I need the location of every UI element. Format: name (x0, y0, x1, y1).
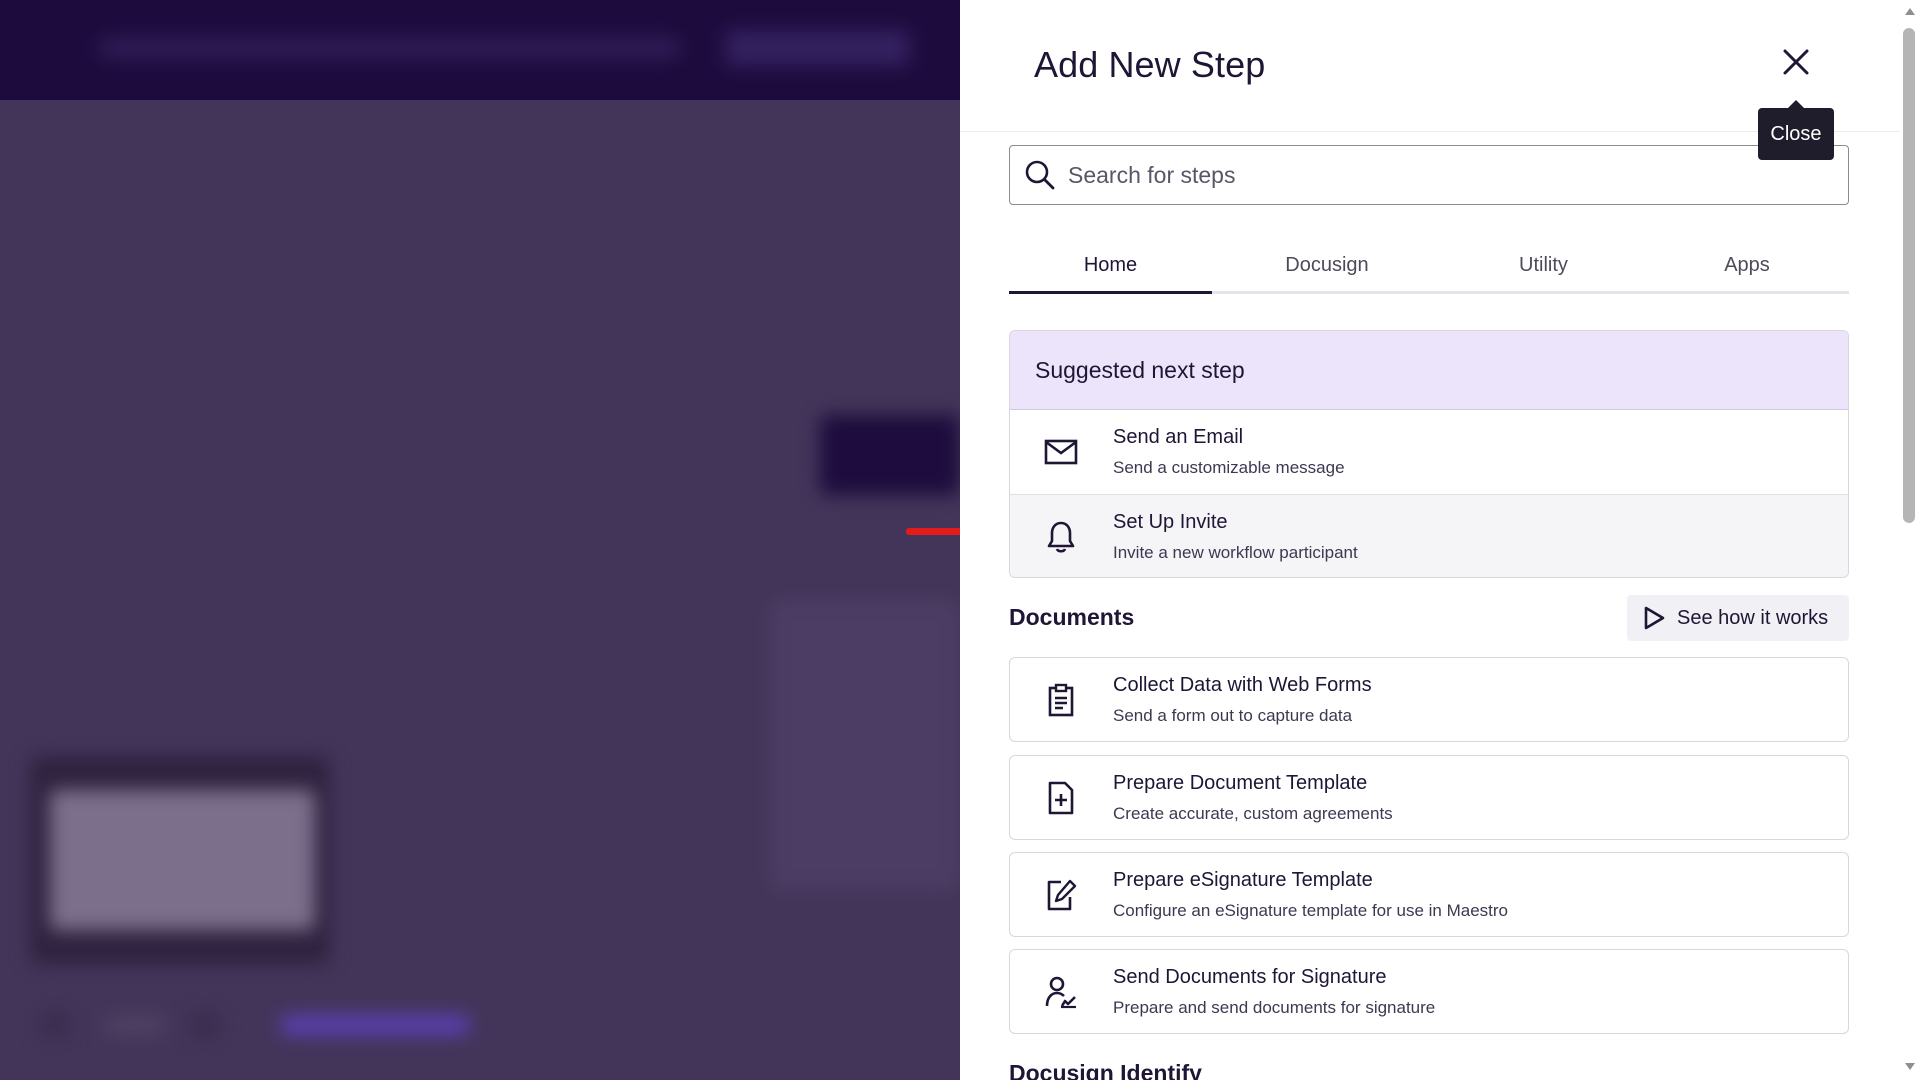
step-set-up-invite[interactable]: Set Up Invite Invite a new workflow part… (1010, 494, 1848, 577)
step-title: Set Up Invite (1113, 510, 1228, 533)
add-step-panel: Add New Step Close Home Docusign Utility… (960, 0, 1900, 1080)
tab-apps[interactable]: Apps (1645, 240, 1849, 291)
tab-utility[interactable]: Utility (1442, 240, 1645, 291)
blurred-element (725, 30, 910, 66)
step-card-send-for-signature[interactable]: Send Documents for Signature Prepare and… (1009, 949, 1849, 1034)
step-title: Collect Data with Web Forms (1113, 673, 1372, 696)
step-description: Prepare and send documents for signature (1113, 997, 1436, 1017)
play-icon (1644, 606, 1665, 630)
step-card-web-forms[interactable]: Collect Data with Web Forms Send a form … (1009, 657, 1849, 742)
blurred-element (770, 600, 960, 890)
search-box[interactable] (1009, 145, 1849, 205)
step-description: Send a customizable message (1113, 458, 1345, 477)
panel-title: Add New Step (1034, 44, 1266, 85)
step-description: Create accurate, custom agreements (1113, 803, 1393, 823)
close-icon (1783, 49, 1809, 75)
step-title: Send Documents for Signature (1113, 965, 1387, 988)
suggested-heading: Suggested next step (1010, 331, 1848, 410)
blurred-element (105, 1015, 165, 1035)
panel-scrollbar[interactable] (1900, 0, 1920, 1080)
blurred-element (50, 790, 315, 930)
documents-heading: Documents (1009, 604, 1135, 630)
search-input[interactable] (1068, 161, 1768, 189)
blurred-element (40, 1012, 70, 1038)
blurred-element (820, 415, 960, 495)
tab-home[interactable]: Home (1009, 240, 1212, 294)
person-sign-icon (1043, 974, 1079, 1010)
step-card-document-template[interactable]: Prepare Document Template Create accurat… (1009, 755, 1849, 840)
bell-icon (1043, 519, 1079, 555)
blurred-element (100, 38, 680, 58)
step-description: Configure an eSignature template for use… (1113, 900, 1509, 920)
step-title: Send an Email (1113, 426, 1244, 448)
scrollbar-thumb[interactable] (1903, 28, 1915, 523)
scroll-down-arrow-icon[interactable] (1905, 1063, 1915, 1070)
step-title: Prepare Document Template (1113, 771, 1368, 794)
step-description: Invite a new workflow participant (1113, 542, 1358, 562)
blurred-element (280, 1015, 470, 1035)
search-icon (1025, 160, 1055, 190)
docusign-identify-heading: Docusign Identify (1009, 1060, 1202, 1080)
scroll-up-arrow-icon[interactable] (1905, 8, 1915, 15)
see-how-it-works-button[interactable]: See how it works (1627, 595, 1849, 641)
category-tabs: Home Docusign Utility Apps (1009, 240, 1849, 294)
step-card-esignature-template[interactable]: Prepare eSignature Template Configure an… (1009, 852, 1849, 937)
close-button[interactable] (1776, 42, 1816, 82)
close-tooltip: Close (1758, 100, 1834, 160)
clipboard-icon (1043, 682, 1079, 718)
tab-docusign[interactable]: Docusign (1212, 240, 1442, 291)
step-title: Prepare eSignature Template (1113, 868, 1373, 891)
edit-document-icon (1043, 877, 1079, 913)
see-how-label: See how it works (1677, 606, 1829, 629)
envelope-icon (1043, 434, 1079, 470)
suggested-steps-card: Suggested next step Send an Email Send a… (1009, 330, 1849, 578)
blurred-element (190, 1012, 220, 1038)
step-description: Send a form out to capture data (1113, 705, 1353, 725)
app-backdrop-overlay[interactable] (0, 0, 960, 1080)
step-send-email[interactable]: Send an Email Send a customizable messag… (1010, 410, 1848, 494)
document-plus-icon (1043, 780, 1079, 816)
